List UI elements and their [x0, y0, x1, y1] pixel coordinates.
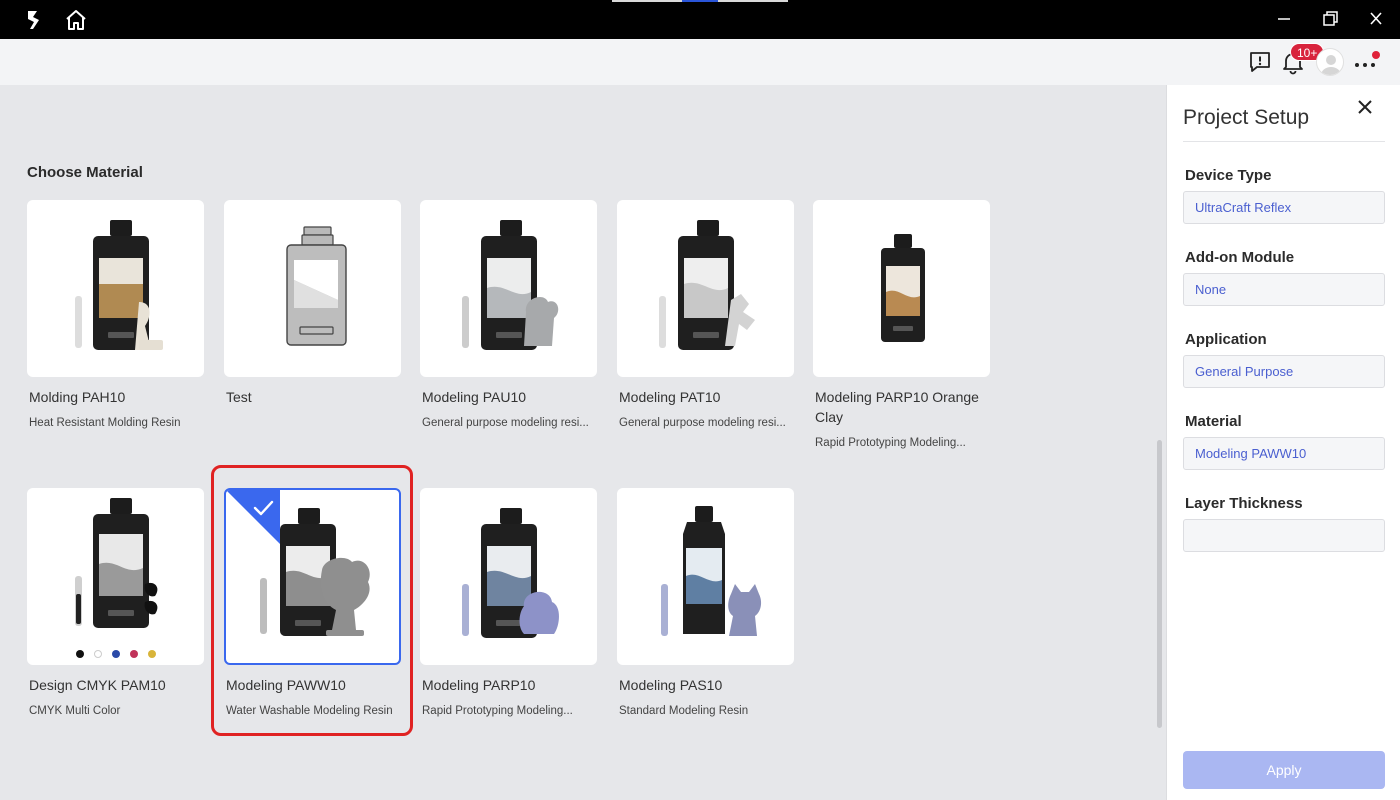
application-select[interactable]: General Purpose [1183, 355, 1385, 388]
generic-bottle-icon [286, 226, 347, 346]
close-icon[interactable] [1364, 8, 1388, 30]
color-swatch-black [75, 650, 84, 658]
panel-title: Project Setup [1183, 106, 1310, 129]
material-card-selected[interactable]: Modeling PAWW10 Water Washable Modeling … [224, 488, 401, 719]
material-card[interactable]: Modeling PARP10 Orange Clay Rapid Protot… [813, 200, 990, 451]
material-label: Material [1185, 413, 1242, 430]
app-logo-icon [28, 11, 39, 29]
material-thumbnail [813, 200, 990, 377]
resin-bottle-icon [462, 508, 559, 638]
material-thumbnail [27, 200, 204, 377]
status-dot [1372, 51, 1380, 59]
apply-button[interactable]: Apply [1183, 751, 1385, 789]
material-name: Molding PAH10 [29, 389, 126, 405]
material-description: CMYK Multi Color [29, 705, 121, 717]
device-type-label: Device Type [1185, 167, 1272, 184]
device-type-select[interactable]: UltraCraft Reflex [1183, 191, 1385, 224]
material-thumbnail [617, 488, 794, 665]
material-thumbnail [617, 200, 794, 377]
layer-thickness-label: Layer Thickness [1185, 495, 1303, 512]
material-name: Modeling PAWW10 [226, 677, 346, 693]
material-thumbnail [420, 488, 597, 665]
material-name: Modeling PARP10 Orange Clay [815, 389, 979, 425]
home-icon[interactable] [64, 8, 88, 32]
resin-bottle-icon [462, 220, 559, 350]
color-swatch-yellow [147, 650, 156, 658]
addon-module-select[interactable]: None [1183, 273, 1385, 306]
material-select[interactable]: Modeling PAWW10 [1183, 437, 1385, 470]
scrollbar[interactable] [1157, 440, 1162, 728]
material-description: General purpose modeling resi... [619, 417, 786, 429]
material-description: Rapid Prototyping Modeling... [422, 705, 573, 717]
section-title: Choose Material [27, 164, 143, 181]
addon-module-label: Add-on Module [1185, 249, 1295, 266]
layer-thickness-select[interactable] [1183, 519, 1385, 552]
application-label: Application [1185, 331, 1267, 348]
material-description: Heat Resistant Molding Resin [29, 417, 181, 429]
color-swatch-magenta [129, 650, 138, 658]
selected-check-icon [226, 490, 280, 544]
material-thumbnail [224, 200, 401, 377]
material-name: Modeling PAU10 [422, 389, 527, 405]
material-name: Modeling PAS10 [619, 677, 723, 693]
material-description: Rapid Prototyping Modeling... [815, 437, 966, 449]
resin-bottle-icon [75, 498, 158, 628]
resin-bottle-icon [659, 220, 755, 350]
material-name: Test [226, 389, 252, 405]
minimize-icon[interactable] [1272, 8, 1296, 30]
material-thumbnail [420, 200, 597, 377]
material-card[interactable]: Molding PAH10 Heat Resistant Molding Res… [27, 200, 204, 431]
material-card[interactable]: Test [224, 200, 401, 415]
material-description: General purpose modeling resi... [422, 417, 589, 429]
material-card[interactable]: Modeling PARP10 Rapid Prototyping Modeli… [420, 488, 597, 719]
material-card[interactable]: Modeling PAU10 General purpose modeling … [420, 200, 597, 431]
tab-indicator [612, 0, 788, 2]
color-swatch-blue [111, 650, 120, 658]
resin-bottle-icon [75, 220, 163, 350]
app-header [0, 39, 1400, 85]
resin-bottle-icon [881, 234, 925, 342]
feedback-icon[interactable] [1247, 49, 1273, 75]
material-name: Modeling PAT10 [619, 389, 721, 405]
material-description: Water Washable Modeling Resin [226, 705, 393, 717]
project-setup-panel: Project Setup Device Type UltraCraft Ref… [1166, 85, 1400, 800]
title-bar [0, 0, 1400, 39]
close-icon[interactable] [1355, 97, 1375, 117]
material-card[interactable]: Design CMYK PAM10 CMYK Multi Color [27, 488, 204, 719]
material-name: Modeling PARP10 [422, 677, 536, 693]
material-card[interactable]: Modeling PAT10 General purpose modeling … [617, 200, 794, 431]
avatar[interactable] [1316, 48, 1344, 76]
divider [1183, 141, 1385, 142]
material-name: Design CMYK PAM10 [29, 677, 166, 693]
material-description: Standard Modeling Resin [619, 705, 749, 717]
material-thumbnail [27, 488, 204, 665]
restore-icon[interactable] [1318, 8, 1342, 30]
color-swatches [27, 650, 204, 658]
material-card[interactable]: Modeling PAS10 Standard Modeling Resin [617, 488, 794, 719]
material-thumbnail [224, 488, 401, 665]
color-swatch-white [93, 650, 102, 658]
resin-bottle-icon [661, 506, 762, 636]
